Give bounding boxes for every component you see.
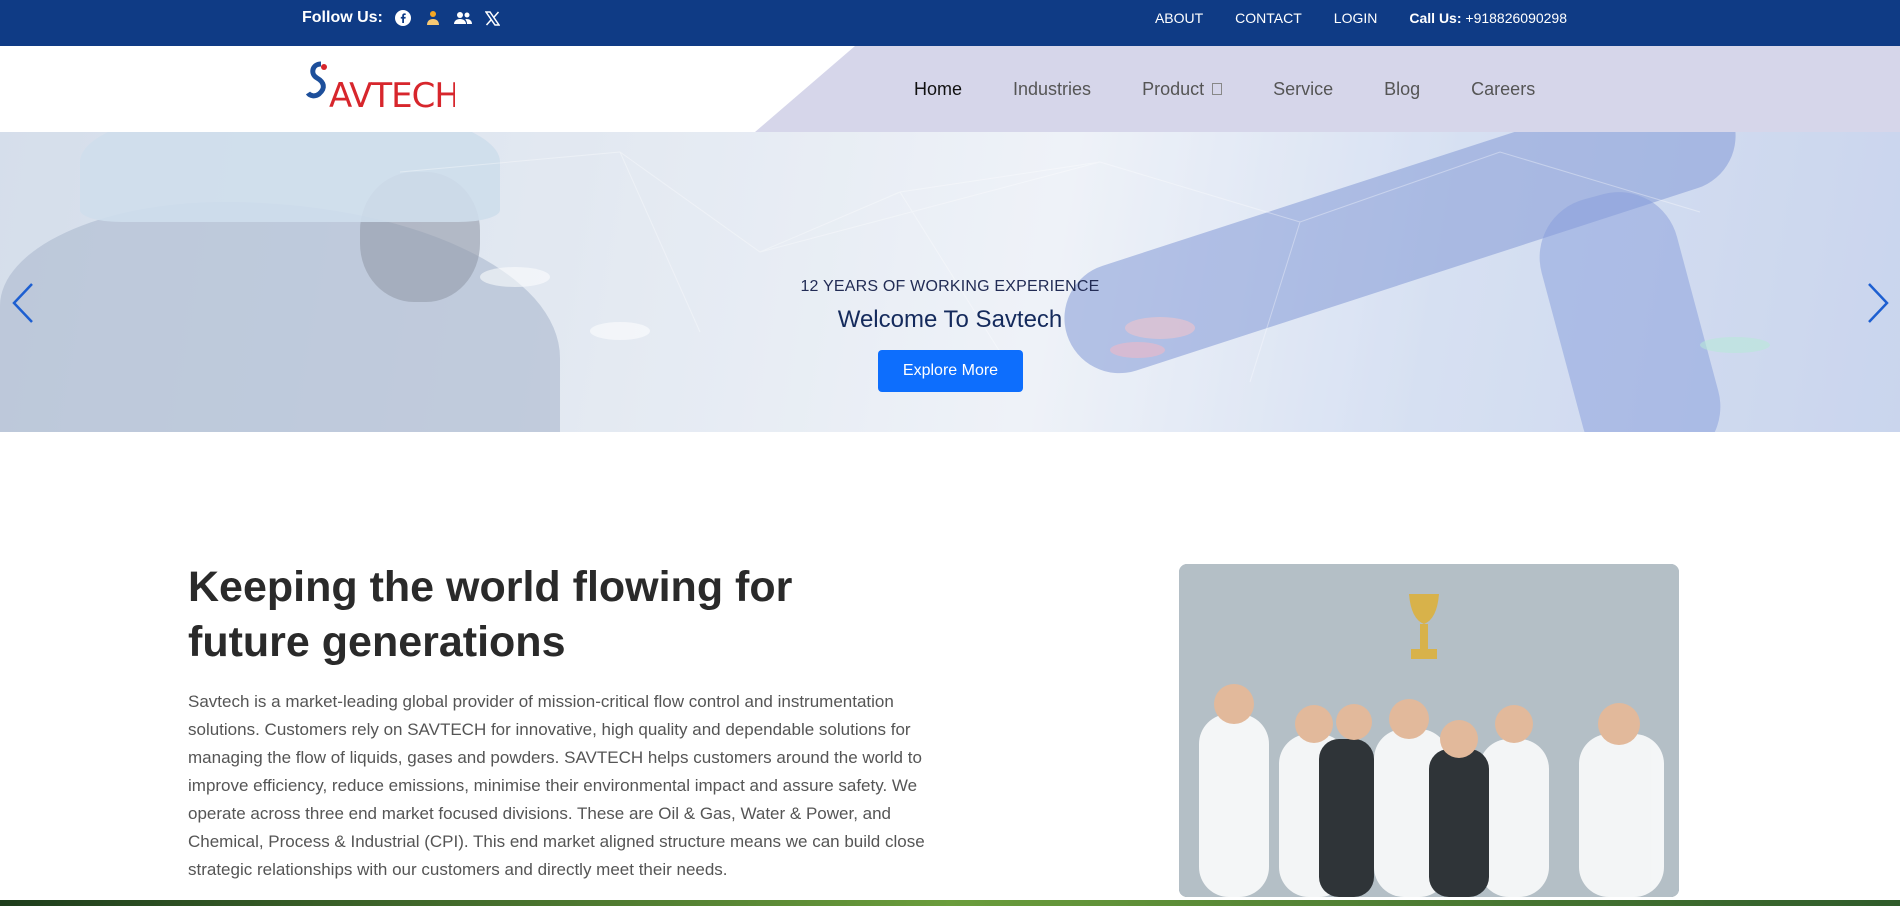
about-link[interactable]: ABOUT xyxy=(1155,10,1203,26)
hero-title: Welcome To Savtech xyxy=(837,306,1063,333)
team-trophy-image xyxy=(1179,564,1679,897)
hero-subtitle: 12 YEARS OF WORKING EXPERIENCE xyxy=(800,278,1100,295)
about-heading: Keeping the world flowing for future gen… xyxy=(188,563,793,666)
about-paragraph: Savtech is a market-leading global provi… xyxy=(188,692,925,879)
explore-more-button[interactable]: Explore More xyxy=(878,350,1023,392)
call-us[interactable]: Call Us: +918826090298 xyxy=(1409,10,1567,26)
main-nav: Home Industries Product Service Blog Car… xyxy=(914,46,1586,132)
follow-us: Follow Us: xyxy=(302,0,503,36)
call-us-label: Call Us: xyxy=(1409,10,1462,26)
top-links: ABOUT CONTACT LOGIN Call Us: +9188260902… xyxy=(1155,0,1567,36)
hero-slider: 12 YEARS OF WORKING EXPERIENCE Welcome T… xyxy=(0,132,1900,432)
top-bar: Follow Us: ABOUT CONTACT LOGIN Call Us: … xyxy=(0,0,1900,46)
users-icon[interactable] xyxy=(453,8,473,28)
x-icon[interactable] xyxy=(483,8,503,28)
contact-link[interactable]: CONTACT xyxy=(1235,10,1302,26)
svg-text:AVTECH: AVTECH xyxy=(329,76,455,116)
dropdown-icon xyxy=(1212,83,1223,95)
savtech-logo[interactable]: AVTECH xyxy=(305,58,460,118)
bottom-image-strip xyxy=(0,900,1900,906)
nav-service[interactable]: Service xyxy=(1273,79,1333,100)
prev-slide-arrow[interactable] xyxy=(8,282,38,324)
nav-careers[interactable]: Careers xyxy=(1471,79,1535,100)
nav-product-label: Product xyxy=(1142,78,1205,99)
facebook-icon[interactable] xyxy=(393,8,413,28)
next-slide-arrow[interactable] xyxy=(1863,282,1893,324)
login-link[interactable]: LOGIN xyxy=(1334,10,1378,26)
follow-us-label: Follow Us: xyxy=(302,9,383,26)
person-icon[interactable] xyxy=(423,8,443,28)
phone-number: +918826090298 xyxy=(1465,10,1567,26)
nav-home[interactable]: Home xyxy=(914,79,962,100)
header: AVTECH Home Industries Product Service B… xyxy=(0,46,1900,132)
nav-product[interactable]: Product xyxy=(1142,78,1223,100)
nav-industries[interactable]: Industries xyxy=(1013,79,1091,100)
nav-blog[interactable]: Blog xyxy=(1384,79,1420,100)
